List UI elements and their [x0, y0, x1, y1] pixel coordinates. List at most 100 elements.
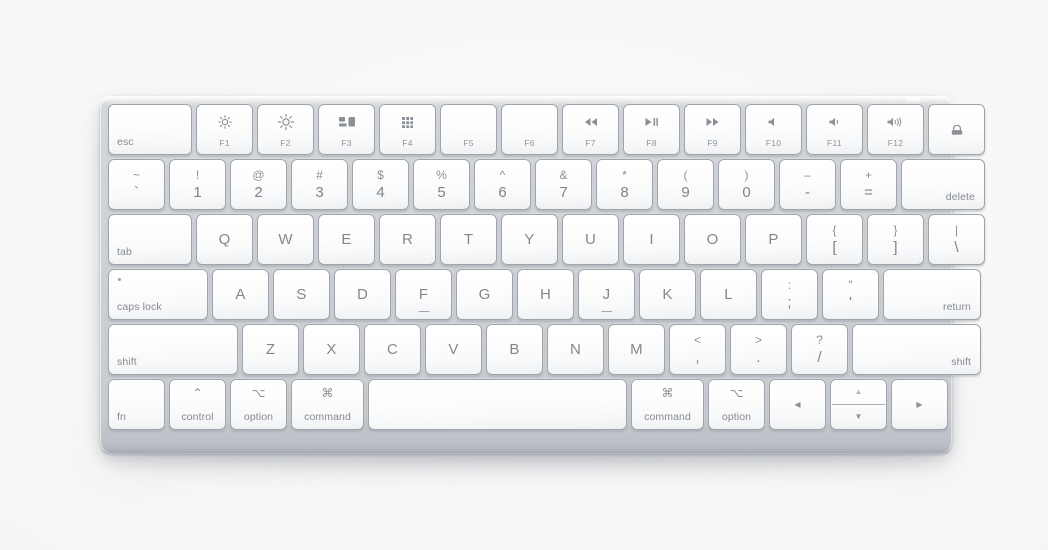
key-legend: – -: [780, 160, 835, 209]
key-t[interactable]: T: [440, 214, 497, 265]
key-symbol: ⌘: [321, 386, 334, 400]
key-left[interactable]: ◀: [769, 379, 826, 430]
key-fn[interactable]: fn: [108, 379, 165, 430]
key-label-shifted: :: [787, 278, 792, 292]
key-label: F10: [765, 138, 782, 148]
key-rbracket[interactable]: }]: [867, 214, 924, 265]
key-comma[interactable]: <,: [669, 324, 726, 375]
key-8[interactable]: * 8: [596, 159, 653, 210]
key-c[interactable]: C: [364, 324, 421, 375]
key-i[interactable]: I: [623, 214, 680, 265]
key-label-shifted: %: [436, 168, 447, 182]
key-legend: >.: [731, 325, 786, 374]
key-b[interactable]: B: [486, 324, 543, 375]
key-a[interactable]: A: [212, 269, 269, 320]
key-legend: @2: [231, 160, 286, 209]
key-capslock[interactable]: caps lock: [108, 269, 208, 320]
key-u[interactable]: U: [562, 214, 619, 265]
key-f5[interactable]: F5: [440, 104, 497, 155]
key-s[interactable]: S: [273, 269, 330, 320]
key-lcontrol[interactable]: ⌃ control: [169, 379, 226, 430]
arrow-down-icon[interactable]: ▼: [831, 405, 886, 429]
key-f3[interactable]: F3: [318, 104, 375, 155]
key-minus[interactable]: – -: [779, 159, 836, 210]
touch-id-lock-icon: [929, 105, 984, 154]
key-esc[interactable]: esc: [108, 104, 192, 155]
key-updown[interactable]: ▲ ▼: [830, 379, 887, 430]
key-grave[interactable]: ~ `: [108, 159, 165, 210]
key-touchid[interactable]: [928, 104, 985, 155]
key-f10[interactable]: F10: [745, 104, 802, 155]
key-rshift[interactable]: shift: [852, 324, 981, 375]
key-f4[interactable]: F4: [379, 104, 436, 155]
key-7[interactable]: & 7: [535, 159, 592, 210]
key-f6[interactable]: F6: [501, 104, 558, 155]
key-equal[interactable]: + =: [840, 159, 897, 210]
key-right[interactable]: ▶: [891, 379, 948, 430]
key-lshift[interactable]: shift: [108, 324, 238, 375]
key-y[interactable]: Y: [501, 214, 558, 265]
key-slash[interactable]: ? /: [791, 324, 848, 375]
key-9[interactable]: (9: [657, 159, 714, 210]
key-label: =: [864, 183, 873, 201]
key-f8[interactable]: F8: [623, 104, 680, 155]
key-x[interactable]: X: [303, 324, 360, 375]
key-label: S: [296, 286, 307, 303]
key-j[interactable]: J: [578, 269, 635, 320]
key-legend: $4: [353, 160, 408, 209]
key-rcommand[interactable]: ⌘ command: [631, 379, 704, 430]
key-w[interactable]: W: [257, 214, 314, 265]
key-p[interactable]: P: [745, 214, 802, 265]
key-h[interactable]: H: [517, 269, 574, 320]
key-period[interactable]: >.: [730, 324, 787, 375]
key-e[interactable]: E: [318, 214, 375, 265]
key-label-shifted: ~: [132, 168, 140, 182]
key-n[interactable]: N: [547, 324, 604, 375]
key-2[interactable]: @2: [230, 159, 287, 210]
key-f9[interactable]: F9: [684, 104, 741, 155]
key-legend: (9: [658, 160, 713, 209]
key-v[interactable]: V: [425, 324, 482, 375]
key-6[interactable]: ^ 6: [474, 159, 531, 210]
key-label: V: [448, 341, 459, 358]
key-f12[interactable]: F12: [867, 104, 924, 155]
key-1[interactable]: ! 1: [169, 159, 226, 210]
volume-up-icon: [868, 114, 923, 130]
key-label: F6: [524, 138, 535, 148]
key-o[interactable]: O: [684, 214, 741, 265]
key-space[interactable]: [368, 379, 627, 430]
key-label-shifted: –: [804, 168, 811, 182]
key-tab[interactable]: tab: [108, 214, 192, 265]
key-label: [: [832, 238, 837, 256]
key-semicolon[interactable]: :;: [761, 269, 818, 320]
key-f11[interactable]: F11: [806, 104, 863, 155]
key-z[interactable]: Z: [242, 324, 299, 375]
key-k[interactable]: K: [639, 269, 696, 320]
key-r[interactable]: R: [379, 214, 436, 265]
arrow-up-icon[interactable]: ▲: [831, 380, 886, 404]
key-lcommand[interactable]: ⌘ command: [291, 379, 364, 430]
key-loption[interactable]: ⌥ option: [230, 379, 287, 430]
key-return[interactable]: return: [883, 269, 981, 320]
key-symbol: ⌃: [192, 386, 203, 400]
key-delete[interactable]: delete: [901, 159, 985, 210]
key-roption[interactable]: ⌥ option: [708, 379, 765, 430]
key-m[interactable]: M: [608, 324, 665, 375]
key-f1[interactable]: F1: [196, 104, 253, 155]
key-f7[interactable]: F7: [562, 104, 619, 155]
key-quote[interactable]: " ': [822, 269, 879, 320]
key-0[interactable]: ) 0: [718, 159, 775, 210]
key-3[interactable]: #3: [291, 159, 348, 210]
key-q[interactable]: Q: [196, 214, 253, 265]
key-f2[interactable]: F2: [257, 104, 314, 155]
key-label-shifted: $: [377, 168, 384, 182]
key-backslash[interactable]: | \: [928, 214, 985, 265]
key-4[interactable]: $4: [352, 159, 409, 210]
key-g[interactable]: G: [456, 269, 513, 320]
key-label: B: [509, 341, 520, 358]
key-l[interactable]: L: [700, 269, 757, 320]
key-d[interactable]: D: [334, 269, 391, 320]
key-lbracket[interactable]: {[: [806, 214, 863, 265]
key-5[interactable]: % 5: [413, 159, 470, 210]
key-f[interactable]: F: [395, 269, 452, 320]
